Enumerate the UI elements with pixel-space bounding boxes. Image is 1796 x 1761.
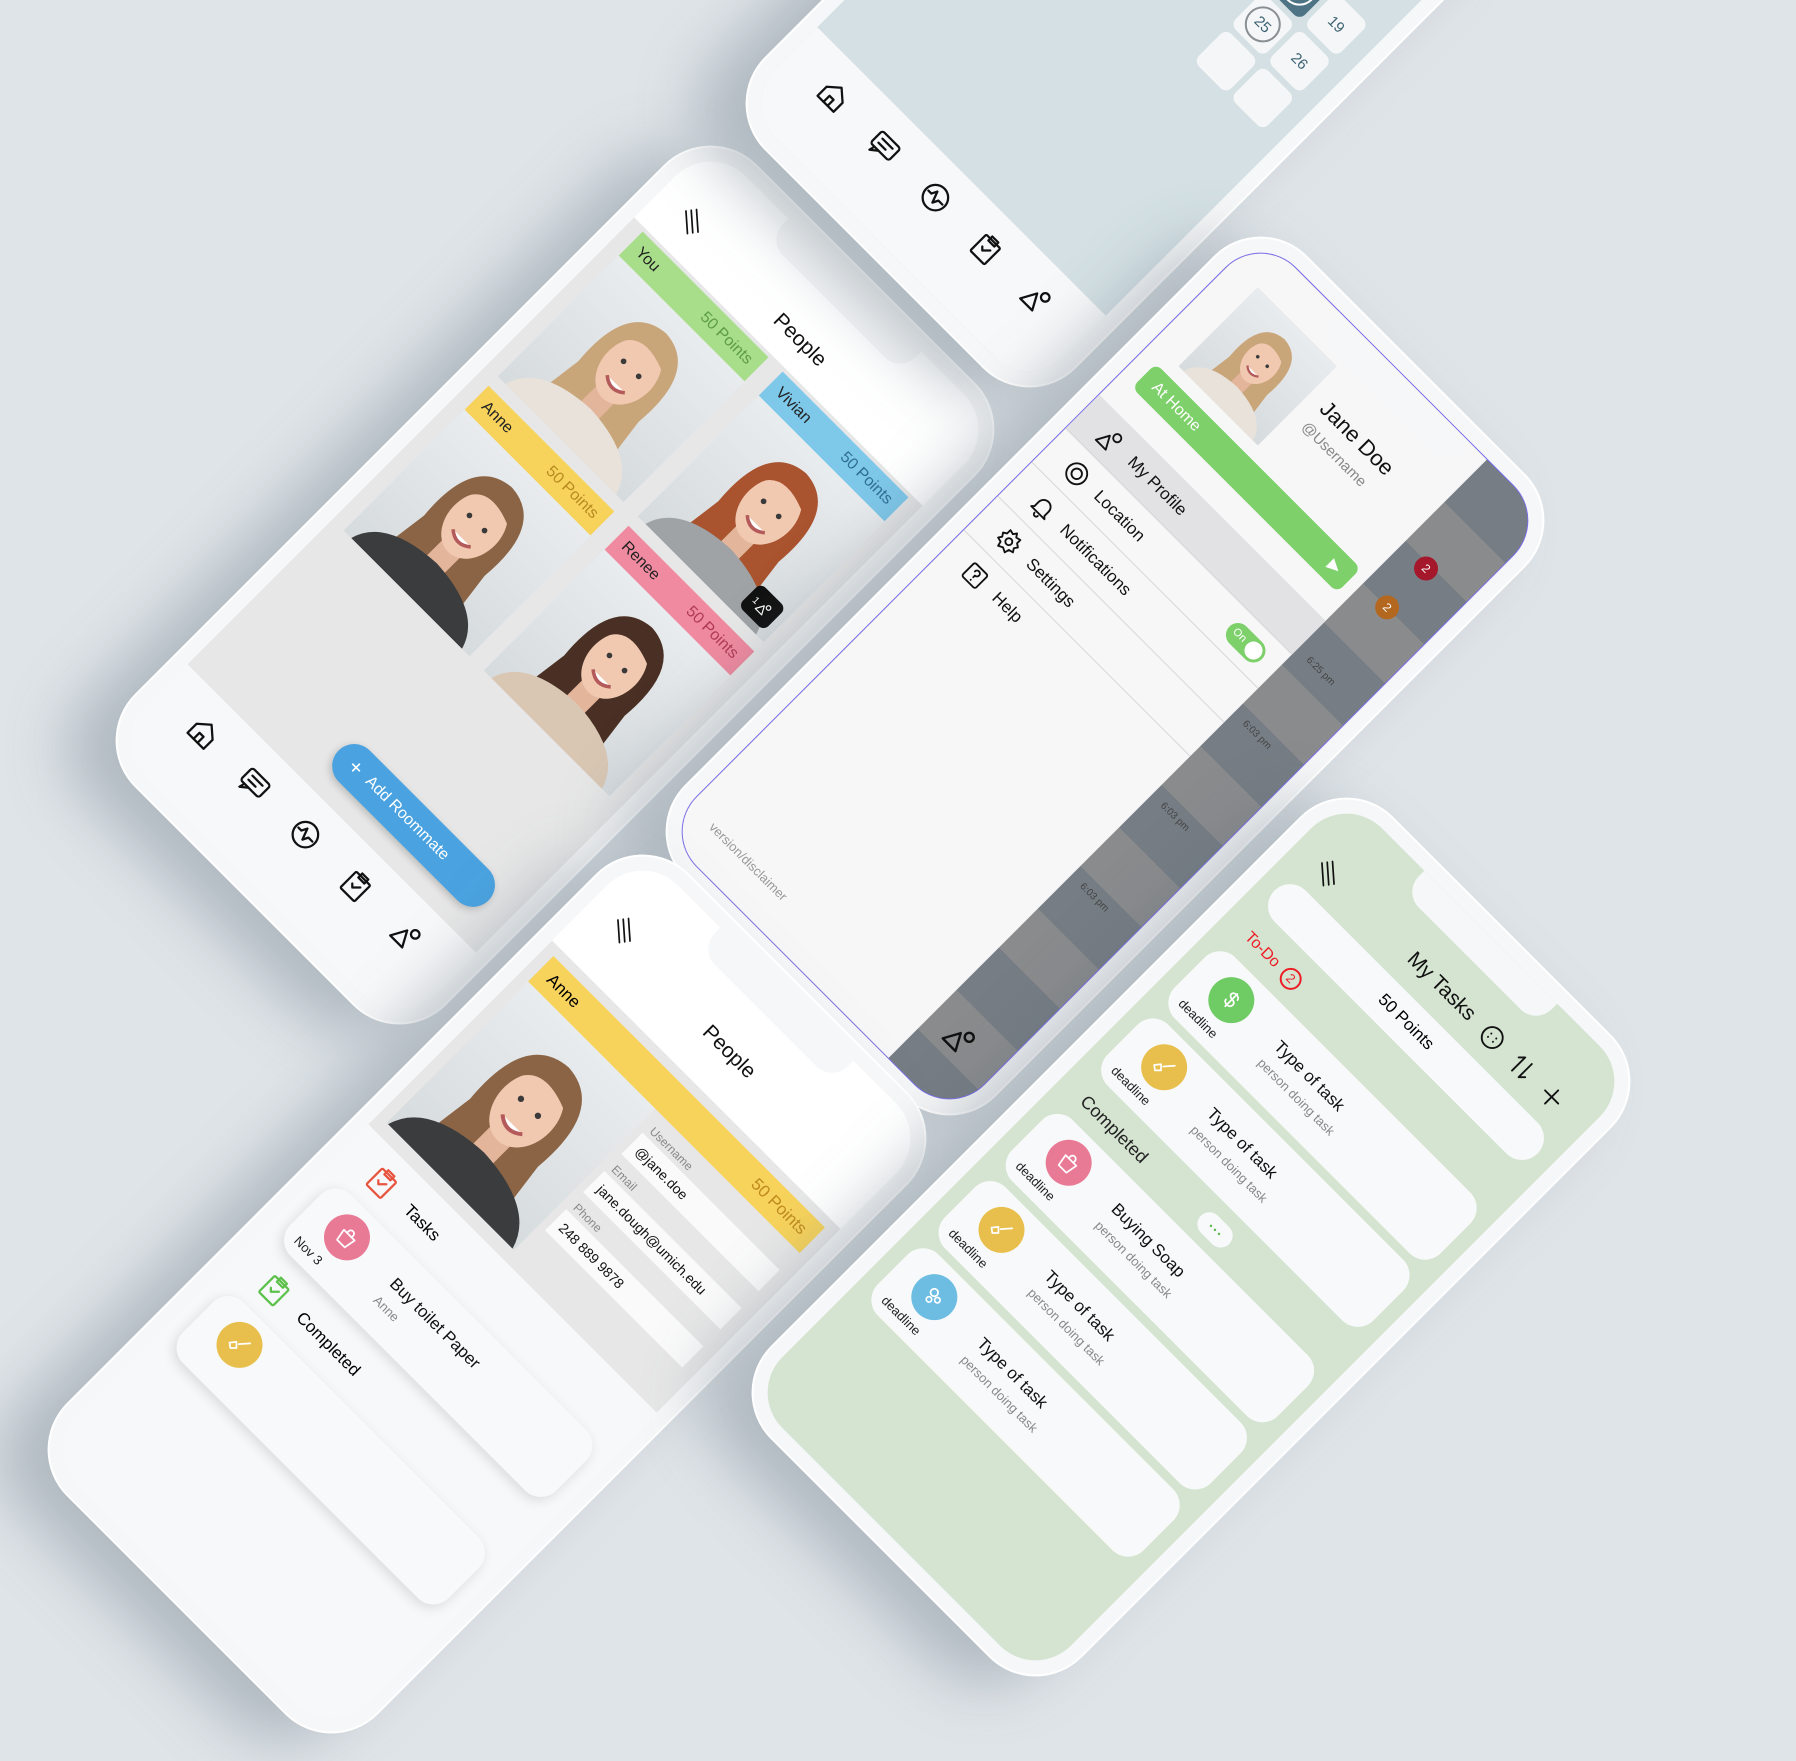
- bag-icon: [329, 1219, 366, 1256]
- tasks-icon: [339, 870, 371, 903]
- notch: [1317, 311, 1472, 466]
- dollar-icon: [1224, 992, 1240, 1008]
- chat-icon: [238, 767, 271, 798]
- help-icon: [955, 556, 995, 596]
- location-icon: [1065, 461, 1089, 485]
- home-icon[interactable]: [810, 72, 858, 120]
- status-label: At Home: [1148, 379, 1205, 436]
- profile-icon[interactable]: [383, 912, 431, 960]
- profile-icon[interactable]: [935, 1014, 986, 1065]
- toggle-label: On: [1230, 625, 1250, 645]
- todo-count-badge: 2: [1274, 963, 1307, 995]
- calendar-day-label: 19: [1324, 12, 1349, 37]
- bubbles-icon: [916, 1279, 953, 1316]
- person-name: You: [632, 244, 664, 276]
- activity-icon[interactable]: [281, 811, 329, 859]
- todo-label: To-Do: [1241, 928, 1284, 971]
- activity-icon: [291, 820, 320, 849]
- bag-icon: [1050, 1144, 1087, 1181]
- profile-icon[interactable]: [1013, 275, 1061, 323]
- gear-icon: [989, 521, 1029, 561]
- dollar-icon: [1213, 982, 1250, 1019]
- bell-icon: [1030, 498, 1052, 520]
- profile-icon: [389, 929, 421, 949]
- tasks-heading: Tasks: [400, 1200, 445, 1245]
- user-icon: [1095, 432, 1123, 451]
- tasks-icon[interactable]: [962, 224, 1010, 272]
- broom-icon: [1153, 1063, 1176, 1072]
- profile-icon: [941, 1031, 975, 1053]
- timestamp: 6:03 pm: [1240, 718, 1274, 752]
- broom-icon: [221, 1327, 258, 1364]
- notch: [1403, 870, 1558, 1025]
- plus-icon: +: [342, 753, 370, 781]
- gear-icon: [997, 528, 1022, 553]
- menu-label: Help: [988, 588, 1027, 627]
- chat-icon[interactable]: [230, 760, 278, 808]
- tasks-icon: [969, 233, 1001, 266]
- broom-icon-badge: [206, 1312, 273, 1378]
- bag-icon: [336, 1228, 356, 1249]
- tasks-clipboard-icon: [365, 1167, 397, 1199]
- bag-icon-badge: [314, 1204, 380, 1270]
- timestamp: 6:03 pm: [1158, 800, 1192, 834]
- bag-icon: [1057, 1154, 1078, 1174]
- user-icon: [1091, 420, 1131, 460]
- completed-clipboard-icon: [251, 1266, 299, 1314]
- toggle-knob: [1240, 637, 1267, 664]
- task-date: Nov 3: [291, 1233, 326, 1268]
- timestamp: 6:25 pm: [1303, 654, 1338, 689]
- help-icon: [961, 562, 989, 589]
- bell-icon: [1023, 488, 1063, 528]
- notification-badge: 2: [1370, 590, 1405, 625]
- timestamp: 6:03 pm: [1077, 881, 1111, 915]
- activity-icon[interactable]: [911, 174, 959, 222]
- person-detail-screen: People Anne 50 Points Username @jane.doe …: [42, 849, 932, 1739]
- home-icon[interactable]: [180, 709, 228, 757]
- dropdown-arrow-icon: ▶: [1323, 556, 1345, 578]
- broom-icon: [983, 1212, 1020, 1249]
- activity-icon: [921, 183, 950, 212]
- profile-icon: [1019, 292, 1051, 312]
- completed-clipboard-icon: [258, 1275, 290, 1307]
- tasks-clipboard-icon: [358, 1158, 406, 1206]
- calendar-day-label: 26: [1287, 49, 1312, 74]
- task-title: Buy toilet Paper: [385, 1274, 485, 1373]
- bubbles-icon: [925, 1287, 941, 1304]
- home-icon: [816, 85, 844, 113]
- version-disclaimer: version/disclaimer: [706, 819, 791, 904]
- person-points: 50 Points: [747, 1174, 811, 1239]
- location-icon: [1057, 454, 1097, 494]
- chat-icon: [868, 130, 901, 161]
- notification-badge: 2: [1409, 551, 1443, 586]
- home-icon: [186, 722, 214, 750]
- chat-icon[interactable]: [860, 123, 908, 171]
- tasks-icon[interactable]: [332, 861, 380, 909]
- calendar-day-label: 25: [1237, 0, 1289, 50]
- broom-icon: [1146, 1049, 1183, 1086]
- broom-icon: [228, 1340, 252, 1349]
- broom-icon: [990, 1225, 1014, 1234]
